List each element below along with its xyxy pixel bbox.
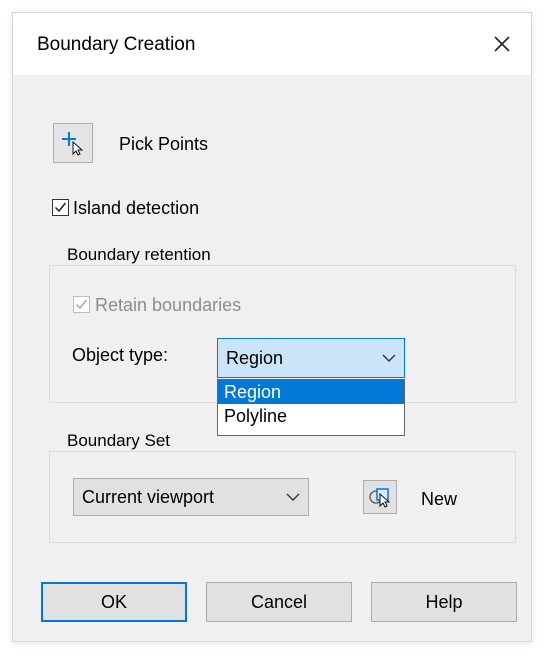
- pick-points-icon: [62, 132, 84, 156]
- object-type-combo[interactable]: Region: [217, 338, 405, 378]
- checkmark-icon: [75, 299, 88, 310]
- chevron-down-icon: [278, 493, 308, 502]
- boundary-set-value: Current viewport: [82, 486, 215, 507]
- dropdown-option-polyline[interactable]: Polyline: [218, 404, 404, 428]
- title-bar: Boundary Creation: [13, 13, 531, 75]
- object-type-label: Object type:: [72, 345, 169, 365]
- object-type-dropdown-list: Region Polyline: [217, 379, 405, 436]
- retain-boundaries-label: Retain boundaries: [95, 295, 242, 315]
- dropdown-option-region[interactable]: Region: [218, 380, 404, 404]
- pick-points-label: Pick Points: [119, 134, 209, 154]
- island-detection-label: Island detection: [73, 198, 200, 218]
- checkmark-icon: [54, 202, 67, 213]
- retain-boundaries-checkbox[interactable]: [73, 296, 90, 313]
- object-type-value: Region: [226, 347, 284, 368]
- dialog-title: Boundary Creation: [37, 34, 196, 55]
- boundary-retention-label: Boundary retention: [63, 245, 215, 265]
- new-selection-icon: [369, 488, 391, 508]
- chevron-down-icon: [374, 354, 404, 363]
- close-icon: [494, 36, 510, 52]
- boundary-creation-dialog: Boundary Creation Pick Points Island det…: [12, 12, 532, 642]
- island-detection-checkbox[interactable]: [52, 199, 69, 216]
- cancel-button[interactable]: Cancel: [206, 582, 352, 622]
- pick-points-button[interactable]: [53, 123, 93, 163]
- boundary-set-combo[interactable]: Current viewport: [73, 478, 309, 516]
- ok-button[interactable]: OK: [41, 582, 187, 622]
- new-selection-button[interactable]: [363, 480, 397, 514]
- help-button[interactable]: Help: [371, 582, 517, 622]
- boundary-set-label: Boundary Set: [63, 431, 175, 451]
- new-selection-label: New: [421, 489, 458, 509]
- close-button[interactable]: [479, 21, 525, 67]
